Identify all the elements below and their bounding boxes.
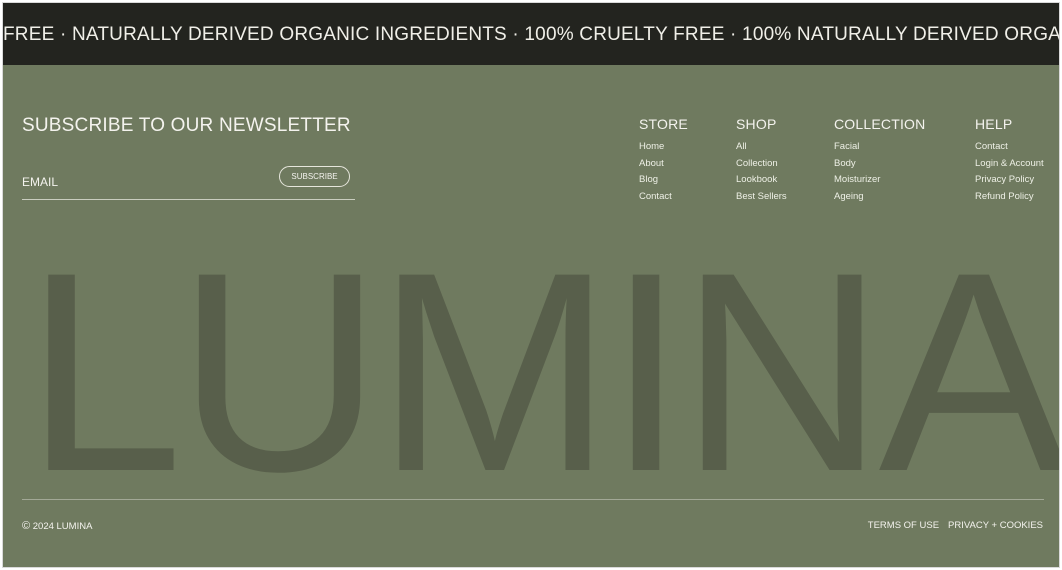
subscribe-button[interactable]: SUBSCRIBE xyxy=(279,166,350,187)
brand-wordmark: LUMINA xyxy=(25,214,1059,531)
nav-link-blog[interactable]: Blog xyxy=(639,172,688,189)
nav-link-contact[interactable]: Contact xyxy=(639,189,688,206)
nav-heading-collection: COLLECTION xyxy=(834,116,926,132)
nav-link-privacy-policy[interactable]: Privacy Policy xyxy=(975,172,1044,189)
nav-link-ageing[interactable]: Ageing xyxy=(834,189,925,206)
nav-link-collection[interactable]: Collection xyxy=(736,156,787,173)
nav-link-body[interactable]: Body xyxy=(834,156,925,173)
nav-column-store: STORE Home About Blog Contact xyxy=(639,116,688,205)
email-input[interactable] xyxy=(22,172,262,192)
nav-link-facial[interactable]: Facial xyxy=(834,139,925,156)
newsletter-form: SUBSCRIBE xyxy=(22,165,355,200)
nav-link-login-account[interactable]: Login & Account xyxy=(975,156,1044,173)
nav-link-home[interactable]: Home xyxy=(639,139,688,156)
nav-link-best-sellers[interactable]: Best Sellers xyxy=(736,189,787,206)
nav-link-lookbook[interactable]: Lookbook xyxy=(736,172,787,189)
nav-column-shop: SHOP All Collection Lookbook Best Seller… xyxy=(736,116,787,205)
copyright-notice: © 2024 LUMINA xyxy=(22,520,92,532)
nav-link-all[interactable]: All xyxy=(736,139,787,156)
nav-column-help: HELP Contact Login & Account Privacy Pol… xyxy=(975,116,1044,205)
nav-heading-help: HELP xyxy=(975,116,1013,132)
nav-link-refund-policy[interactable]: Refund Policy xyxy=(975,189,1044,206)
copyright-text: 2024 LUMINA xyxy=(32,521,93,532)
privacy-cookies-link[interactable]: PRIVACY + COOKIES xyxy=(948,520,1043,531)
marquee-text: FREE · NATURALLY DERIVED ORGANIC INGREDI… xyxy=(3,24,1059,45)
newsletter-title: SUBSCRIBE TO OUR NEWSLETTER xyxy=(22,115,351,136)
legal-links: TERMS OF USE PRIVACY + COOKIES xyxy=(868,520,1043,531)
nav-link-about[interactable]: About xyxy=(639,156,688,173)
nav-heading-shop: SHOP xyxy=(736,116,777,132)
nav-link-help-contact[interactable]: Contact xyxy=(975,139,1044,156)
nav-link-moisturizer[interactable]: Moisturizer xyxy=(834,172,925,189)
announcement-marquee: FREE · NATURALLY DERIVED ORGANIC INGREDI… xyxy=(3,3,1059,65)
nav-column-collection: COLLECTION Facial Body Moisturizer Agein… xyxy=(834,116,925,205)
nav-heading-store: STORE xyxy=(639,116,688,132)
footer-divider xyxy=(22,499,1044,500)
copyright-icon: © xyxy=(22,520,31,532)
terms-of-use-link[interactable]: TERMS OF USE xyxy=(868,520,939,531)
footer-section: FREE · NATURALLY DERIVED ORGANIC INGREDI… xyxy=(3,3,1059,567)
